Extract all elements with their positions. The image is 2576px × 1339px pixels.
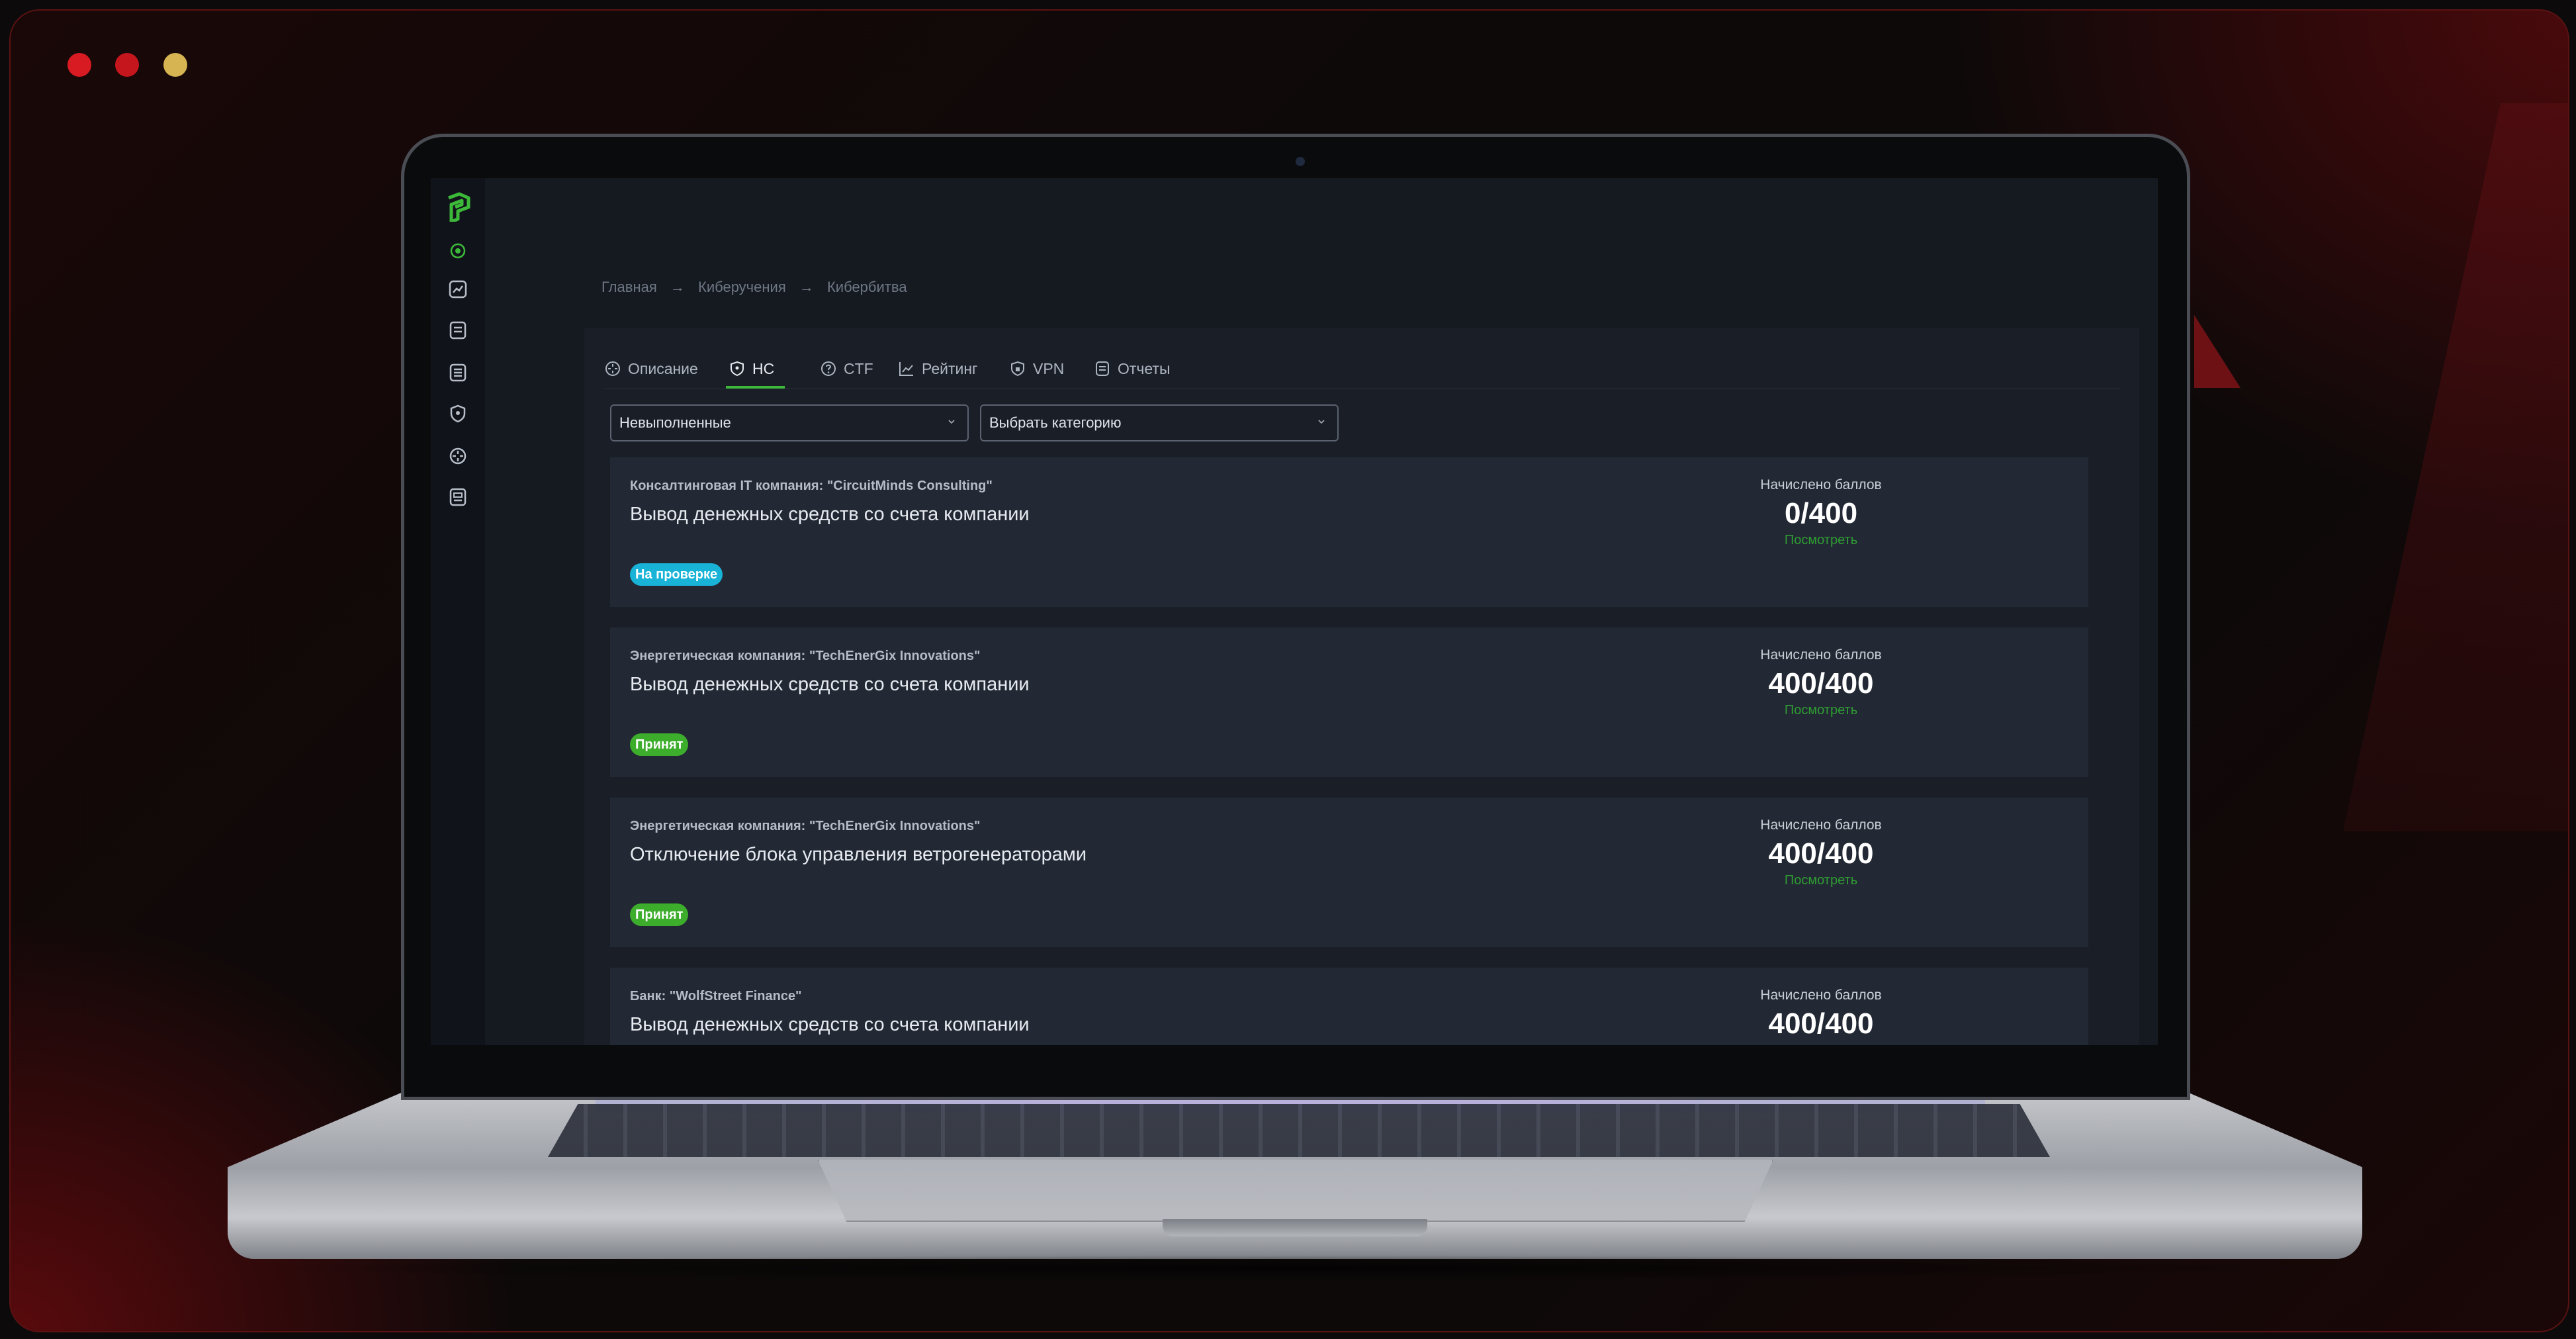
chevron-down-icon [948, 420, 955, 424]
status-badge: На проверке [630, 563, 723, 586]
breadcrumb-separator: → [670, 279, 685, 295]
window-maximize-button[interactable] [163, 53, 187, 77]
laptop-trackpad [818, 1160, 1773, 1222]
main-content: Главная → Киберучения → Кибербитва Описа… [485, 178, 2158, 1045]
vpn-shield-icon [1011, 361, 1024, 377]
crosshair-icon [449, 447, 466, 465]
laptop-shadow [251, 1255, 2336, 1281]
score-label: Начислено баллов [1760, 817, 1882, 833]
sidebar-item-security[interactable] [447, 403, 468, 424]
window-close-button[interactable] [67, 53, 91, 77]
background-decoration [2343, 103, 2568, 831]
score-label: Начислено баллов [1760, 647, 1882, 663]
breadcrumb-home[interactable]: Главная [601, 279, 657, 295]
chart-icon [449, 280, 467, 299]
question-circle-icon [821, 361, 836, 376]
crosshair-icon [605, 361, 620, 376]
score-value: 0/400 [1784, 497, 1858, 530]
score-block: Начислено баллов 400/400 Посмотреть [1755, 647, 1887, 718]
incident-card[interactable]: Энергетическая компания: "TechEnerGix In… [610, 798, 2088, 947]
card-title: Вывод денежных средств со счета компании [630, 674, 1030, 695]
app-logo-icon[interactable] [446, 191, 471, 222]
sidebar-item-documents[interactable] [447, 320, 468, 341]
sidebar-item-reports[interactable] [447, 362, 468, 383]
id-card-icon [449, 488, 466, 506]
status-badge: Принят [630, 733, 689, 756]
tab-bar: Описание НС CTF Рейтинг VPN Отчеты [604, 351, 2119, 389]
sidebar-item-analytics[interactable] [447, 279, 468, 300]
breadcrumb-exercises[interactable]: Киберучения [698, 279, 786, 295]
camera [1296, 157, 1305, 166]
sidebar-item-target[interactable] [447, 240, 468, 261]
score-value: 400/400 [1768, 837, 1874, 870]
score-value: 400/400 [1768, 667, 1874, 700]
tab-rating[interactable]: Рейтинг [898, 351, 977, 386]
tab-label: Отчеты [1118, 359, 1171, 377]
breadcrumb-current: Кибербитва [826, 279, 907, 295]
incident-card[interactable]: Банк: "WolfStreet Finance" Вывод денежны… [610, 968, 2088, 1045]
chart-icon [899, 362, 913, 376]
tab-description[interactable]: Описание [604, 351, 698, 386]
incident-card[interactable]: Энергетическая компания: "TechEnerGix In… [610, 627, 2088, 777]
incident-card[interactable]: Консалтинговая IT компания: "CircuitMind… [610, 457, 2088, 607]
category-filter-select[interactable]: Выбрать категорию [980, 404, 1339, 441]
card-category: Банк: "WolfStreet Finance" [630, 989, 802, 1003]
breadcrumb-separator: → [799, 279, 814, 295]
card-title: Отключение блока управления ветрогенерат… [630, 844, 1087, 865]
score-label: Начислено баллов [1760, 988, 1882, 1003]
score-block: Начислено баллов 400/400 [1755, 988, 1887, 1040]
tab-incidents[interactable]: НС [726, 351, 785, 389]
score-label: Начислено баллов [1760, 477, 1882, 492]
shield-icon [450, 404, 466, 423]
chevron-down-icon [1318, 420, 1325, 424]
document-icon [1096, 361, 1109, 376]
view-link[interactable]: Посмотреть [1755, 533, 1887, 548]
score-block: Начислено баллов 400/400 Посмотреть [1755, 817, 1887, 888]
breadcrumb: Главная → Киберучения → Кибербитва [601, 279, 916, 296]
tab-label: CTF [844, 359, 873, 377]
tab-label: НС [752, 359, 775, 377]
sidebar [431, 178, 485, 1045]
view-link[interactable]: Посмотреть [1755, 703, 1887, 718]
tab-label: Рейтинг [922, 359, 978, 377]
score-block: Начислено баллов 0/400 Посмотреть [1755, 477, 1887, 548]
list-icon [449, 363, 466, 382]
sidebar-item-exercises[interactable] [447, 445, 468, 467]
card-title: Вывод денежных средств со счета компании [630, 504, 1030, 525]
content-panel: Описание НС CTF Рейтинг VPN Отчеты Невып… [584, 328, 2139, 1045]
laptop-keyboard [548, 1104, 2050, 1157]
card-category: Энергетическая компания: "TechEnerGix In… [630, 649, 981, 663]
window-minimize-button[interactable] [115, 53, 139, 77]
view-link[interactable]: Посмотреть [1755, 873, 1887, 888]
card-category: Консалтинговая IT компания: "CircuitMind… [630, 479, 993, 493]
status-badge: Принят [630, 903, 689, 926]
laptop-notch [1163, 1219, 1427, 1236]
card-title: Вывод денежных средств со счета компании [630, 1014, 1030, 1035]
category-filter-value: Выбрать категорию [989, 414, 1122, 431]
status-filter-value: Невыполненные [619, 414, 731, 431]
tab-label: VPN [1033, 359, 1065, 377]
target-icon [450, 243, 466, 259]
card-category: Энергетическая компания: "TechEnerGix In… [630, 819, 981, 833]
background-decoration [2194, 315, 2241, 388]
tab-reports[interactable]: Отчеты [1094, 351, 1171, 386]
score-value: 400/400 [1768, 1007, 1874, 1040]
laptop-lid: Главная → Киберучения → Кибербитва Описа… [401, 134, 2190, 1100]
document-icon [449, 321, 466, 340]
sidebar-item-profile[interactable] [447, 486, 468, 508]
tab-label: Описание [628, 359, 698, 377]
status-filter-select[interactable]: Невыполненные [610, 404, 969, 441]
shield-icon [731, 361, 744, 377]
laptop-screen: Главная → Киберучения → Кибербитва Описа… [431, 178, 2158, 1045]
tab-vpn[interactable]: VPN [1009, 351, 1064, 386]
tab-ctf[interactable]: CTF [820, 351, 873, 386]
